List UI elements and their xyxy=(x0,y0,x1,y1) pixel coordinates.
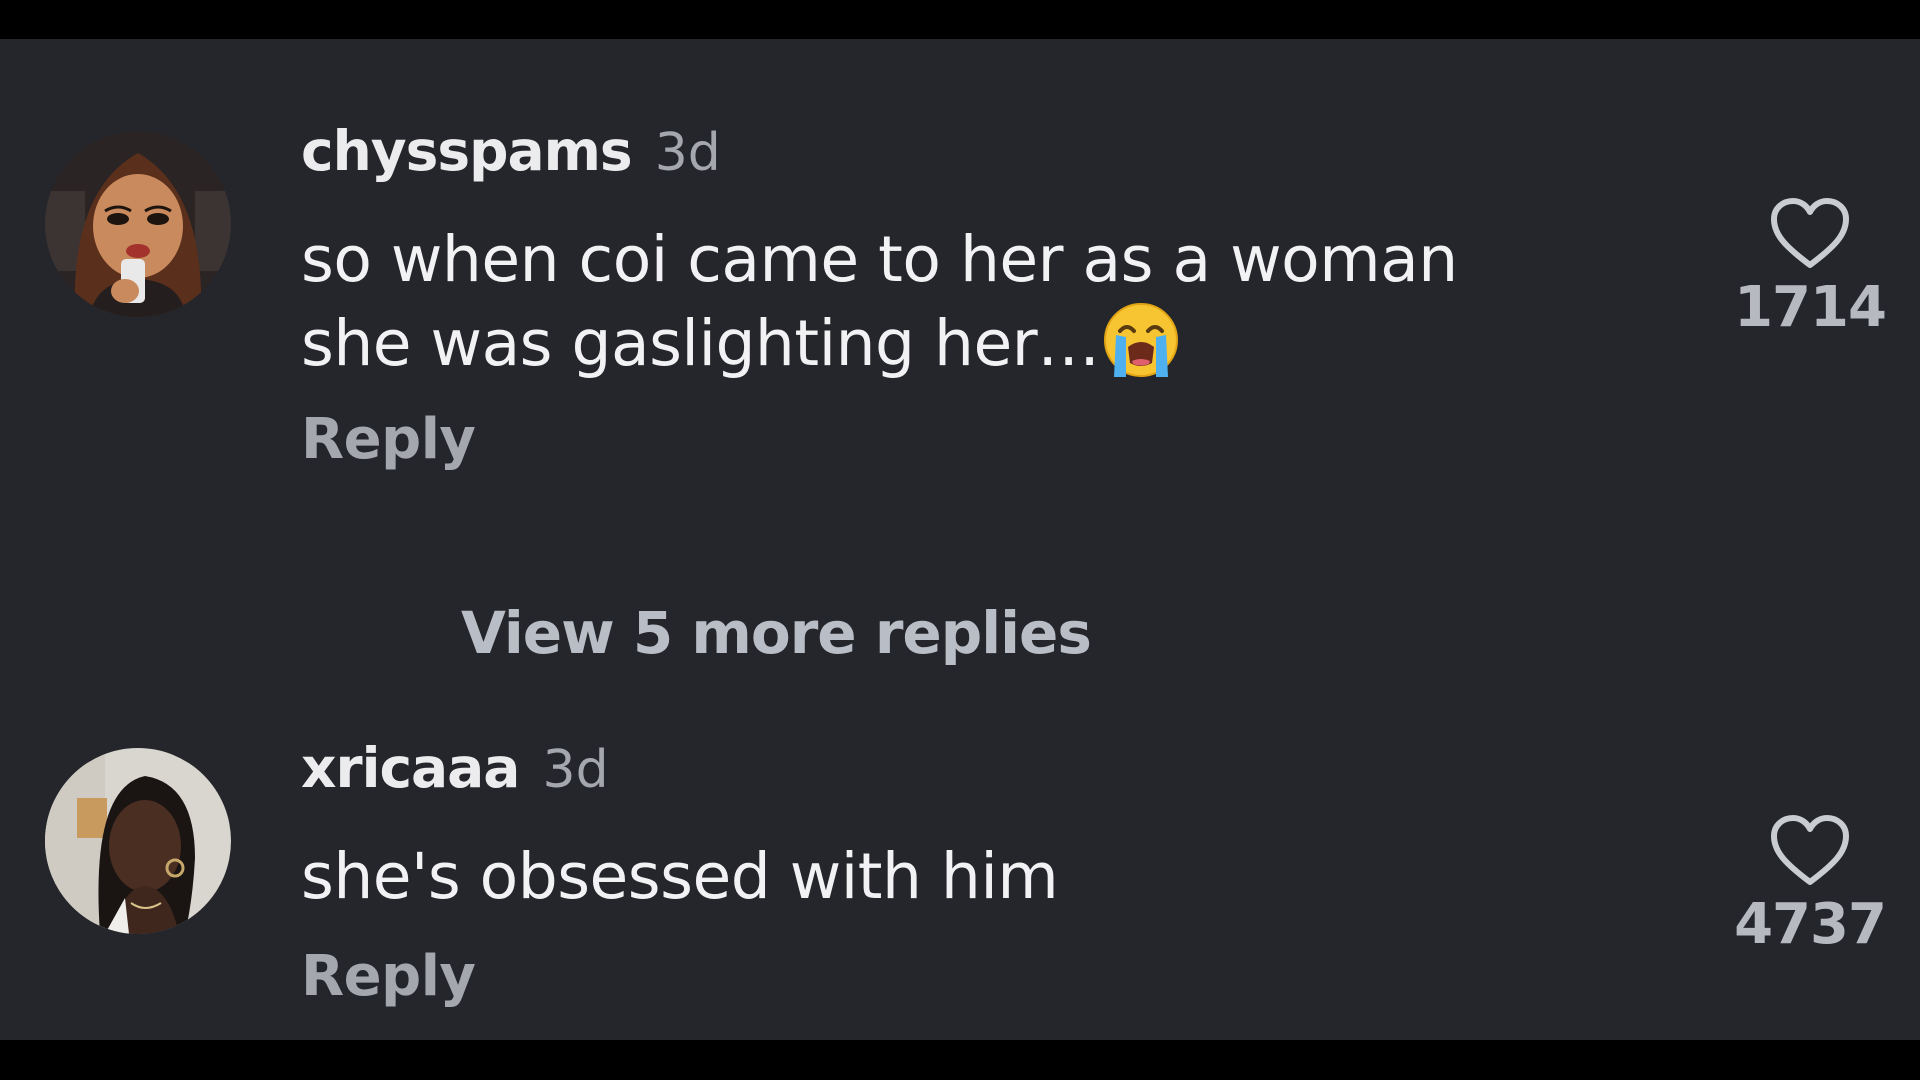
loudly-crying-face-icon xyxy=(1102,301,1180,399)
comment-text-line: she was gaslighting her… xyxy=(301,307,1100,380)
comment-text: so when coi came to her as a woman she w… xyxy=(301,219,1601,399)
comment-header: xricaaa 3d xyxy=(301,736,609,806)
heart-outline-icon[interactable] xyxy=(1768,812,1852,888)
reply-button[interactable]: Reply xyxy=(301,944,476,1009)
avatar[interactable] xyxy=(45,131,231,317)
avatar-image-photo xyxy=(45,748,231,934)
video-frame: chysspams 3d so when coi came to her as … xyxy=(0,0,1920,1080)
comment-item: xricaaa 3d she's obsessed with him Reply… xyxy=(0,704,1920,1034)
username[interactable]: xricaaa xyxy=(301,736,520,800)
avatar-image-cartoon-girl xyxy=(45,131,231,317)
comment-text-line-2: she was gaslighting her… xyxy=(301,301,1601,399)
comment-timestamp: 3d xyxy=(542,740,609,800)
comments-panel: chysspams 3d so when coi came to her as … xyxy=(0,39,1920,1040)
like-control: 4737 xyxy=(1720,812,1900,957)
like-count: 1714 xyxy=(1734,275,1887,340)
like-count: 4737 xyxy=(1734,892,1887,957)
avatar[interactable] xyxy=(45,748,231,934)
comment-timestamp: 3d xyxy=(654,123,721,183)
reply-button[interactable]: Reply xyxy=(301,407,476,472)
comment-item: chysspams 3d so when coi came to her as … xyxy=(0,87,1920,667)
heart-outline-icon[interactable] xyxy=(1768,195,1852,271)
comment-text-line: so when coi came to her as a woman xyxy=(301,223,1458,296)
username[interactable]: chysspams xyxy=(301,119,633,183)
like-control: 1714 xyxy=(1720,195,1900,340)
view-more-replies-button[interactable]: View 5 more replies xyxy=(461,599,1092,667)
comment-text-line: she's obsessed with him xyxy=(301,840,1059,913)
comment-text: she's obsessed with him xyxy=(301,836,1601,918)
comment-header: chysspams 3d xyxy=(301,119,721,189)
